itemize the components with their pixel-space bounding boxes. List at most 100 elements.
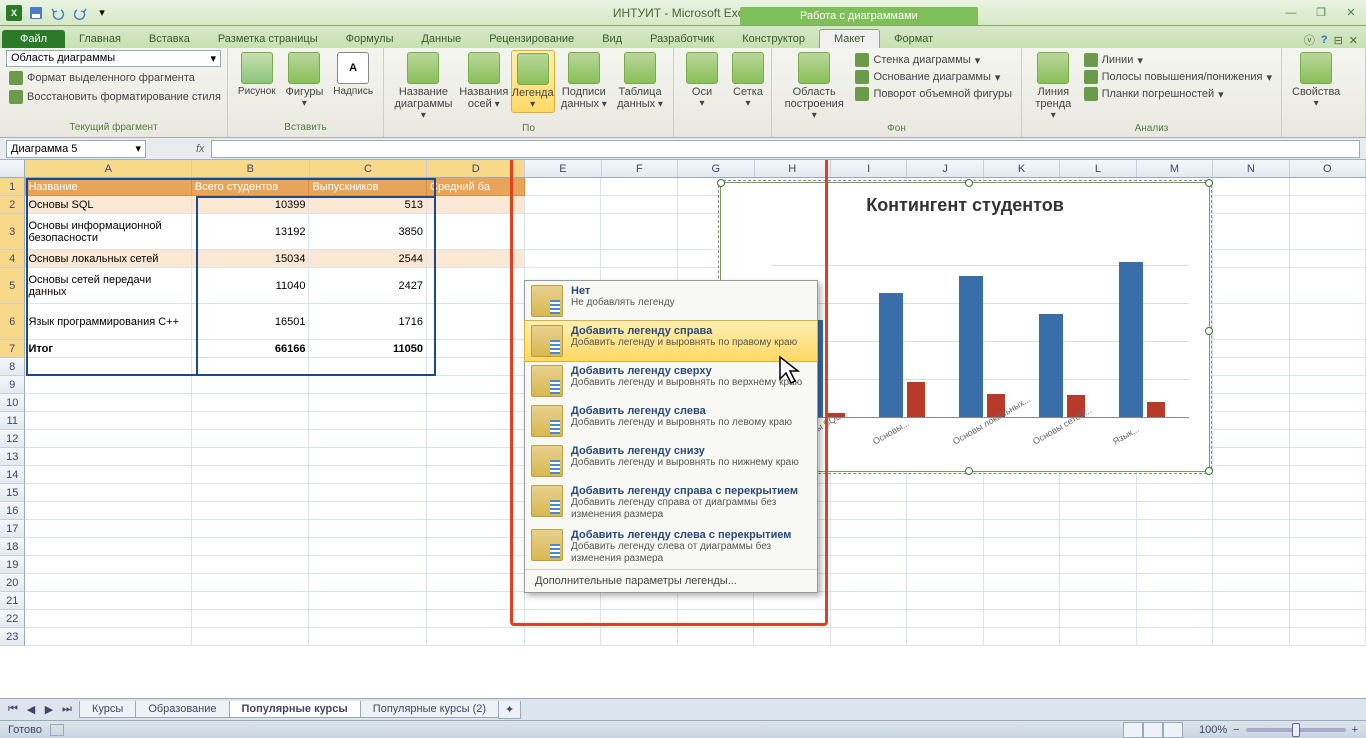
row-header[interactable]: 18: [0, 538, 25, 556]
sheet-tab[interactable]: Курсы: [79, 701, 136, 718]
row-header[interactable]: 14: [0, 466, 25, 484]
cell[interactable]: [1060, 628, 1136, 646]
properties-button[interactable]: Свойства▾: [1288, 50, 1344, 111]
cell[interactable]: [754, 610, 830, 628]
cell[interactable]: [1213, 520, 1289, 538]
cell[interactable]: [601, 628, 677, 646]
sheet-tab[interactable]: Популярные курсы: [229, 701, 361, 718]
cell[interactable]: [309, 376, 427, 394]
reset-style-button[interactable]: Восстановить форматирование стиля: [6, 89, 221, 105]
worksheet-grid[interactable]: ABCDEFGHIJKLMNO 1НазваниеВсего студентов…: [0, 160, 1366, 708]
cell[interactable]: [1213, 448, 1289, 466]
column-header-K[interactable]: K: [984, 160, 1060, 177]
cell[interactable]: [1213, 394, 1289, 412]
row-header[interactable]: 16: [0, 502, 25, 520]
cell[interactable]: [907, 502, 983, 520]
cell[interactable]: [1060, 484, 1136, 502]
legend-more-options[interactable]: Дополнительные параметры легенды...: [525, 569, 817, 592]
cell[interactable]: [25, 628, 191, 646]
sheet-nav-first[interactable]: ⏮: [4, 701, 22, 719]
cell[interactable]: [1060, 538, 1136, 556]
cell[interactable]: [309, 574, 427, 592]
save-icon[interactable]: [26, 3, 46, 23]
zoom-out-button[interactable]: −: [1233, 724, 1239, 736]
cell[interactable]: [907, 538, 983, 556]
cell[interactable]: [427, 484, 525, 502]
cell[interactable]: [1290, 376, 1366, 394]
column-header-D[interactable]: D: [427, 160, 525, 177]
zoom-in-button[interactable]: +: [1352, 724, 1358, 736]
cell[interactable]: [601, 592, 677, 610]
cell[interactable]: [309, 520, 427, 538]
cell[interactable]: [427, 610, 525, 628]
cell[interactable]: [309, 556, 427, 574]
cell[interactable]: [984, 520, 1060, 538]
cell[interactable]: [192, 502, 310, 520]
chart-floor-button[interactable]: Основание диаграммы ▾: [852, 69, 1015, 85]
cell[interactable]: [25, 466, 191, 484]
legend-option[interactable]: Добавить легенду слева с перекрытиемДоба…: [525, 525, 817, 569]
row-header[interactable]: 4: [0, 250, 25, 268]
cell[interactable]: [25, 376, 191, 394]
axes-button[interactable]: Оси▾: [680, 50, 724, 111]
cell[interactable]: [25, 574, 191, 592]
sheet-nav-last[interactable]: ⏭: [58, 701, 76, 719]
cell[interactable]: [831, 610, 907, 628]
cell[interactable]: [1060, 592, 1136, 610]
cell[interactable]: [25, 592, 191, 610]
column-header-F[interactable]: F: [602, 160, 678, 177]
cell[interactable]: [525, 178, 601, 196]
excel-menu-icon[interactable]: X: [4, 3, 24, 23]
column-header-M[interactable]: M: [1137, 160, 1213, 177]
ribbon-minimize-icon[interactable]: ⓥ: [1304, 32, 1315, 48]
row-header[interactable]: 7: [0, 340, 25, 358]
cell[interactable]: [907, 610, 983, 628]
cell[interactable]: [25, 484, 191, 502]
column-header-C[interactable]: C: [310, 160, 428, 177]
cell[interactable]: [1290, 592, 1366, 610]
cell[interactable]: [1290, 178, 1366, 196]
cell[interactable]: [1137, 538, 1213, 556]
row-header[interactable]: 15: [0, 484, 25, 502]
plot-area-button[interactable]: Область построения ▾: [778, 50, 850, 123]
cell[interactable]: [309, 592, 427, 610]
tab-design[interactable]: Конструктор: [728, 30, 819, 48]
row-header[interactable]: 2: [0, 196, 25, 214]
cell[interactable]: [192, 484, 310, 502]
cell[interactable]: [1290, 304, 1366, 340]
cell[interactable]: [1213, 376, 1289, 394]
cell[interactable]: [1213, 466, 1289, 484]
gridlines-button[interactable]: Сетка▾: [726, 50, 770, 111]
3d-rotation-button[interactable]: Поворот объемной фигуры: [852, 86, 1015, 102]
cell[interactable]: [192, 592, 310, 610]
qat-dropdown-icon[interactable]: ▾: [92, 3, 112, 23]
error-bars-button[interactable]: Планки погрешностей ▾: [1081, 86, 1275, 102]
cell[interactable]: [1137, 520, 1213, 538]
cell[interactable]: [25, 610, 191, 628]
trendline-button[interactable]: Линия тренда ▾: [1028, 50, 1079, 123]
cell[interactable]: [1213, 412, 1289, 430]
tab-pagelayout[interactable]: Разметка страницы: [204, 30, 332, 48]
chart-element-combo[interactable]: Область диаграммы▾: [6, 50, 221, 67]
redo-icon[interactable]: [70, 3, 90, 23]
cell[interactable]: [427, 268, 525, 304]
cell[interactable]: [1137, 484, 1213, 502]
cell[interactable]: [192, 610, 310, 628]
cell[interactable]: [984, 556, 1060, 574]
cell[interactable]: [309, 358, 427, 376]
tab-review[interactable]: Рецензирование: [475, 30, 588, 48]
cell[interactable]: [1213, 628, 1289, 646]
cell[interactable]: [427, 538, 525, 556]
cell[interactable]: [1290, 268, 1366, 304]
cell[interactable]: 2544: [309, 250, 427, 268]
cell[interactable]: [1290, 196, 1366, 214]
cell[interactable]: 16501: [192, 304, 310, 340]
cell[interactable]: [25, 448, 191, 466]
cell[interactable]: [984, 484, 1060, 502]
cell[interactable]: [907, 484, 983, 502]
row-header[interactable]: 6: [0, 304, 25, 340]
cell[interactable]: Язык программирования С++: [25, 304, 191, 340]
picture-button[interactable]: Рисунок: [234, 50, 280, 99]
tab-home[interactable]: Главная: [65, 30, 135, 48]
tab-formulas[interactable]: Формулы: [332, 30, 408, 48]
